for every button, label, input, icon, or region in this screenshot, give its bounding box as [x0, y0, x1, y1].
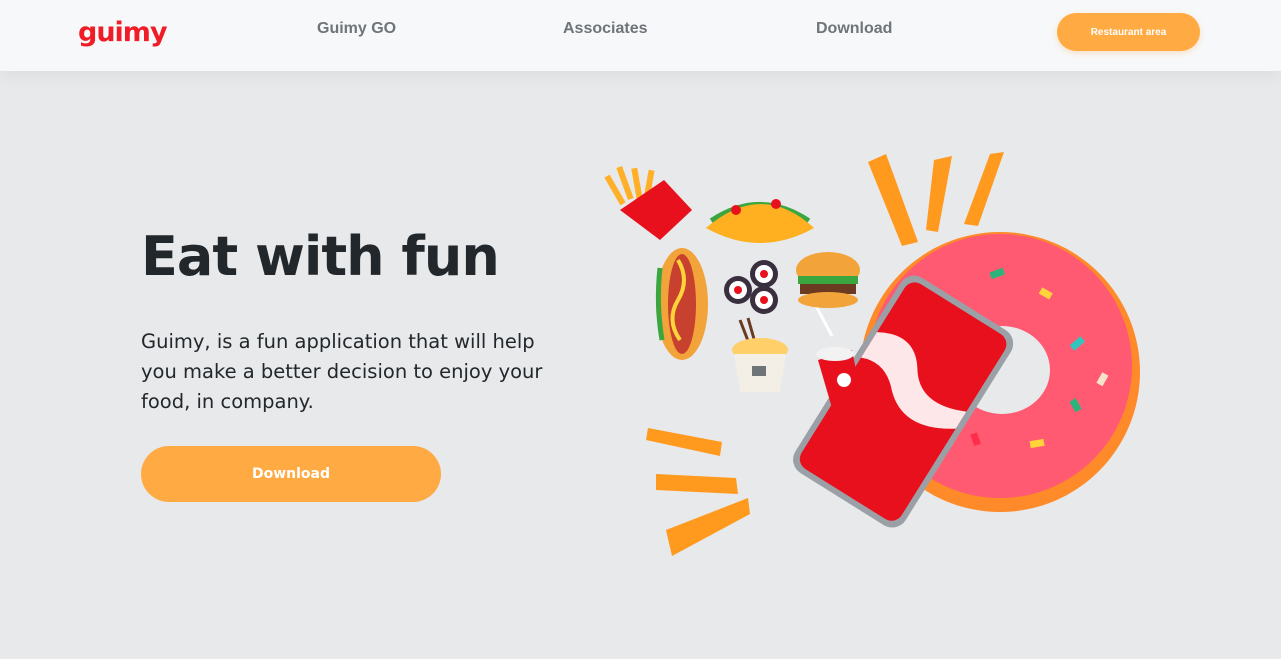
fry-stick-icon [868, 152, 1004, 246]
burger-icon [796, 252, 860, 308]
top-navbar: guimy Guimy GO Associates Download Resta… [0, 0, 1281, 71]
taco-icon [706, 199, 814, 243]
hotdog-icon [655, 248, 708, 360]
hero-description: Guimy, is a fun application that will he… [141, 330, 543, 413]
guimy-logo[interactable]: guimy [78, 16, 168, 50]
download-button[interactable]: Download [141, 446, 441, 502]
noodles-icon [732, 317, 788, 392]
nav-link-guimy-go[interactable]: Guimy GO [317, 20, 396, 38]
food-illustration [604, 152, 1140, 556]
nav-link-download[interactable]: Download [816, 20, 892, 38]
hero-title: Eat with fun [141, 225, 500, 288]
sushi-icon [724, 260, 778, 314]
nav-link-associates[interactable]: Associates [563, 20, 648, 38]
restaurant-area-button[interactable]: Restaurant area [1057, 13, 1200, 51]
fries-icon [604, 165, 692, 240]
fry-stick-icon [646, 428, 750, 556]
